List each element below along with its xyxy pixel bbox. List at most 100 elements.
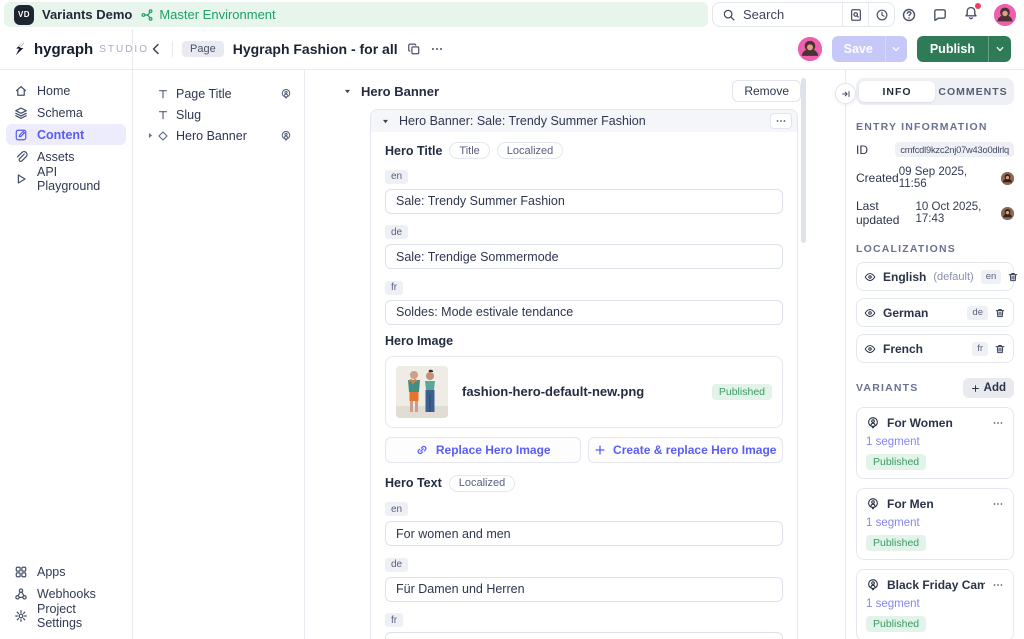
hero-image-asset-card[interactable]: fashion-hero-default-new.png Published xyxy=(385,356,783,428)
variant-name: For Men xyxy=(887,497,985,511)
environment-selector[interactable]: Master Environment xyxy=(140,7,275,22)
hero-title-fr-input[interactable] xyxy=(385,300,783,325)
variant-card-for-women[interactable]: For Women 1 segment Published xyxy=(856,407,1014,479)
publish-button-label[interactable]: Publish xyxy=(917,36,988,62)
hero-text-en-input[interactable] xyxy=(385,521,783,546)
publish-menu-button[interactable] xyxy=(988,36,1011,62)
help-icon[interactable] xyxy=(901,7,917,23)
variant-menu-button[interactable] xyxy=(992,579,1004,591)
eye-icon[interactable] xyxy=(864,343,876,355)
asset-status-badge: Published xyxy=(712,384,772,400)
asset-thumbnail[interactable] xyxy=(396,366,448,418)
document-search-icon xyxy=(849,8,863,22)
variant-indicator-icon xyxy=(280,88,292,100)
search-history-button[interactable] xyxy=(868,3,894,26)
hero-title-en-input[interactable] xyxy=(385,189,783,214)
tab-info[interactable]: INFO xyxy=(859,81,935,102)
trash-icon[interactable] xyxy=(994,307,1006,319)
replace-hero-image-button[interactable]: Replace Hero Image xyxy=(385,437,581,463)
collapse-caret-icon[interactable] xyxy=(381,117,390,126)
variant-menu-button[interactable] xyxy=(992,498,1004,510)
localization-row-english[interactable]: English (default) en xyxy=(856,262,1014,291)
localization-row-german[interactable]: German de xyxy=(856,298,1014,327)
entry-information-heading: ENTRY INFORMATION xyxy=(856,121,1014,133)
scrollbar[interactable] xyxy=(801,78,806,243)
save-menu-button[interactable] xyxy=(885,36,907,62)
expand-caret-icon[interactable] xyxy=(146,131,155,140)
save-button-label[interactable]: Save xyxy=(832,36,885,62)
copy-icon[interactable] xyxy=(407,42,421,56)
sidebar-item-apps[interactable]: Apps xyxy=(6,561,126,582)
create-replace-hero-image-button[interactable]: Create & replace Hero Image xyxy=(588,437,784,463)
sidebar-item-content[interactable]: Content xyxy=(6,124,126,145)
editor-panel: Hero Banner Remove Hero Banner: Sale: Tr… xyxy=(305,70,845,639)
variant-name: For Women xyxy=(887,416,985,430)
sidebar-item-label: Home xyxy=(37,84,70,98)
entry-id-value[interactable]: cmfcdl9kzc2nj07w43o0dlrlq xyxy=(895,142,1014,157)
tree-item-label: Slug xyxy=(176,108,201,122)
locale-chip: en xyxy=(385,170,408,184)
text-field-icon xyxy=(157,88,169,100)
tree-item-page-title[interactable]: Page Title xyxy=(133,83,304,104)
feedback-icon[interactable] xyxy=(932,7,948,23)
variant-status-badge: Published xyxy=(866,535,926,551)
tree-item-hero-banner[interactable]: Hero Banner xyxy=(133,125,304,146)
global-search[interactable] xyxy=(712,2,895,27)
tab-comments[interactable]: COMMENTS xyxy=(935,81,1011,102)
variant-segments: 1 segment xyxy=(866,598,1004,610)
variant-menu-button[interactable] xyxy=(992,417,1004,429)
locale-chip: en xyxy=(385,502,408,516)
field-label-hero-title: Hero Title xyxy=(385,144,442,158)
sidebar-item-home[interactable]: Home xyxy=(6,80,126,101)
trash-icon[interactable] xyxy=(1007,271,1019,283)
search-docs-button[interactable] xyxy=(842,3,868,26)
variant-card-black-friday[interactable]: Black Friday Campaign 1 segment Publishe… xyxy=(856,569,1014,639)
field-tree-panel: Page Title Slug Hero Banner xyxy=(133,70,305,639)
collapse-panel-button[interactable] xyxy=(835,83,856,104)
sidebar-item-label: API Playground xyxy=(37,165,118,193)
component-menu-button[interactable] xyxy=(770,113,792,129)
component-card-header[interactable]: Hero Banner: Sale: Trendy Summer Fashion xyxy=(371,110,797,132)
trash-icon[interactable] xyxy=(994,343,1006,355)
project-name: Variants Demo xyxy=(42,7,132,22)
environment-bar[interactable]: VD Variants Demo Master Environment xyxy=(4,2,708,27)
sidebar: Home Schema Content Assets API Playgroun… xyxy=(0,70,133,639)
save-button[interactable]: Save xyxy=(832,36,907,62)
search-input[interactable] xyxy=(743,7,833,22)
publish-button[interactable]: Publish xyxy=(917,36,1011,62)
locale-chip: de xyxy=(385,225,408,239)
hero-text-de-input[interactable] xyxy=(385,577,783,602)
notifications-button[interactable] xyxy=(963,5,979,24)
remove-button[interactable]: Remove xyxy=(732,80,801,102)
eye-icon[interactable] xyxy=(864,307,876,319)
variant-card-for-men[interactable]: For Men 1 segment Published xyxy=(856,488,1014,560)
localizations-heading: LOCALIZATIONS xyxy=(856,243,1014,255)
localization-row-french[interactable]: French fr xyxy=(856,334,1014,363)
sidebar-item-project-settings[interactable]: Project Settings xyxy=(6,605,126,626)
locale-chip: fr xyxy=(385,281,403,295)
sidebar-item-api-playground[interactable]: API Playground xyxy=(6,168,126,189)
created-by-avatar[interactable] xyxy=(1001,172,1014,185)
sidebar-item-schema[interactable]: Schema xyxy=(6,102,126,123)
branch-icon xyxy=(140,8,154,22)
gear-icon xyxy=(14,609,28,623)
eye-icon[interactable] xyxy=(864,271,876,283)
more-options-button[interactable] xyxy=(430,42,444,56)
collapse-panel-icon xyxy=(841,89,851,99)
chevron-down-icon xyxy=(891,44,901,54)
paperclip-icon xyxy=(14,150,28,164)
field-label-hero-image: Hero Image xyxy=(385,334,453,348)
layers-icon xyxy=(14,106,28,120)
hero-title-de-input[interactable] xyxy=(385,244,783,269)
updated-by-avatar[interactable] xyxy=(1001,207,1014,220)
ellipsis-icon xyxy=(775,115,787,127)
hero-text-fr-input[interactable] xyxy=(385,632,783,639)
back-button[interactable] xyxy=(149,42,163,56)
add-variant-button[interactable]: Add xyxy=(963,378,1014,398)
user-avatar[interactable] xyxy=(994,4,1016,26)
locale-name: French xyxy=(883,342,923,356)
tree-item-slug[interactable]: Slug xyxy=(133,104,304,125)
app-logo[interactable]: hygraph STUDIO xyxy=(0,29,133,69)
locale-code-chip: en xyxy=(981,270,1002,284)
hero-banner-section-toggle[interactable]: Hero Banner xyxy=(343,84,439,99)
